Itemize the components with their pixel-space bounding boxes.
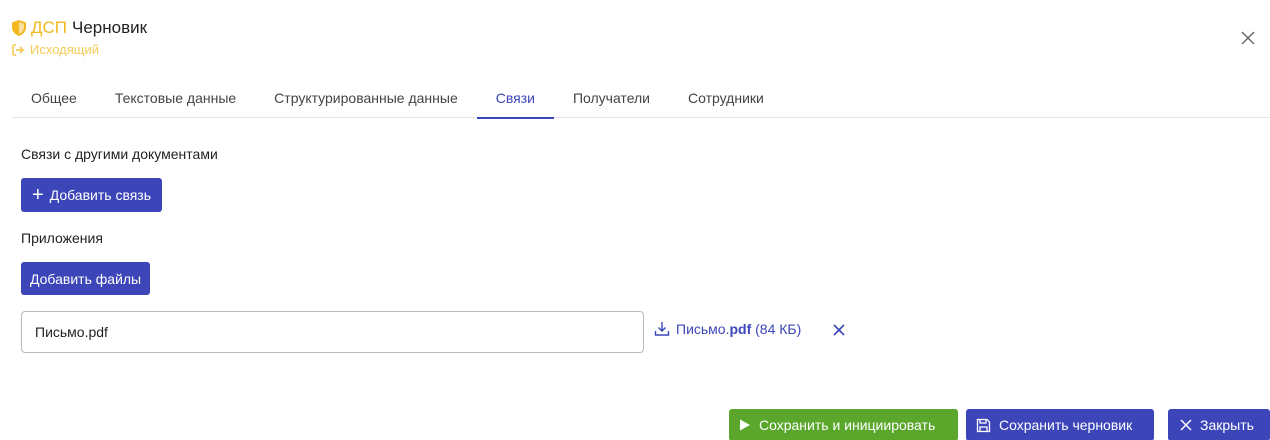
tab-employees[interactable]: Сотрудники xyxy=(669,82,783,118)
add-link-button[interactable]: + Добавить связь xyxy=(21,178,163,212)
links-section-label: Связи с другими документами xyxy=(21,146,218,162)
add-files-button[interactable]: Добавить файлы xyxy=(21,262,151,295)
file-name-field[interactable]: Письмо.pdf xyxy=(21,311,644,353)
download-icon xyxy=(654,322,670,336)
close-label: Закрыть xyxy=(1200,417,1254,433)
title-row: ДСП Черновик xyxy=(12,18,147,38)
close-dialog-icon[interactable] xyxy=(1240,30,1256,46)
status-title: Черновик xyxy=(72,18,148,37)
plus-icon: + xyxy=(32,184,44,206)
file-link-ext: pdf xyxy=(729,321,752,337)
direction-label: Исходящий xyxy=(30,42,99,57)
save-draft-button[interactable]: Сохранить черновик xyxy=(966,409,1154,440)
tab-recipients[interactable]: Получатели xyxy=(554,82,669,118)
save-draft-label: Сохранить черновик xyxy=(999,417,1133,433)
tab-structured-data[interactable]: Структурированные данные xyxy=(255,82,477,118)
save-and-initiate-label: Сохранить и инициировать xyxy=(759,417,936,433)
add-files-label: Добавить файлы xyxy=(30,270,142,287)
classification-label: ДСП xyxy=(31,18,68,37)
close-icon xyxy=(1180,419,1192,431)
file-name-value: Письмо.pdf xyxy=(35,324,108,340)
file-size: (84 КБ) xyxy=(755,321,802,337)
tab-general[interactable]: Общее xyxy=(12,82,96,118)
document-header: ДСП Черновик Исходящий xyxy=(12,18,147,57)
remove-file-icon[interactable] xyxy=(832,323,846,337)
play-icon xyxy=(740,419,750,431)
floppy-disk-icon xyxy=(976,418,991,432)
tab-text-data[interactable]: Текстовые данные xyxy=(96,82,255,118)
attachments-section-label: Приложения xyxy=(21,230,103,246)
document-direction: Исходящий xyxy=(12,42,147,57)
close-button[interactable]: Закрыть xyxy=(1168,409,1270,440)
download-file-link[interactable]: Письмо. pdf (84 КБ) xyxy=(654,321,801,337)
file-link-name: Письмо. xyxy=(676,321,730,337)
tab-links[interactable]: Связи xyxy=(476,82,555,119)
tab-bar: Общее Текстовые данные Структурированные… xyxy=(12,82,1270,119)
shield-icon xyxy=(12,20,26,36)
save-and-initiate-button[interactable]: Сохранить и инициировать xyxy=(729,409,958,440)
outgoing-arrow-icon xyxy=(12,43,25,56)
add-link-label: Добавить связь xyxy=(49,187,152,203)
